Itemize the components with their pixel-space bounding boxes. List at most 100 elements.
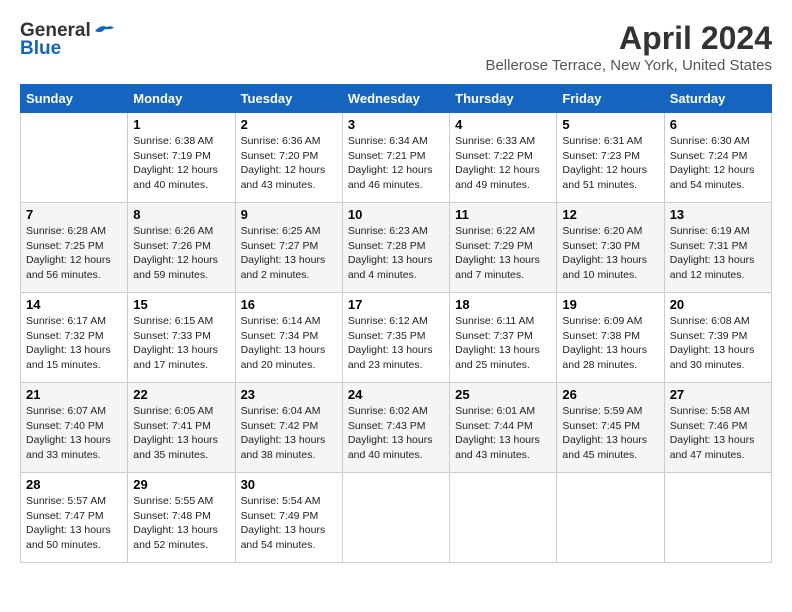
calendar-cell: 17 Sunrise: 6:12 AM Sunset: 7:35 PM Dayli…: [342, 293, 449, 383]
day-info: Sunrise: 6:01 AM Sunset: 7:44 PM Dayligh…: [455, 404, 551, 463]
month-year-title: April 2024: [485, 20, 772, 57]
calendar-cell: 26 Sunrise: 5:59 AM Sunset: 7:45 PM Dayli…: [557, 383, 664, 473]
calendar-cell: 14 Sunrise: 6:17 AM Sunset: 7:32 PM Dayli…: [21, 293, 128, 383]
calendar-cell: 15Sunrise: 6:15 AM Sunset: 7:33 PM Dayli…: [128, 293, 235, 383]
calendar-cell: 19 Sunrise: 6:09 AM Sunset: 7:38 PM Dayli…: [557, 293, 664, 383]
day-number: 23: [241, 387, 337, 402]
col-header-monday: Monday: [128, 85, 235, 113]
col-header-sunday: Sunday: [21, 85, 128, 113]
logo-bird-icon: [93, 22, 115, 40]
day-number: 20: [670, 297, 766, 312]
day-info: Sunrise: 6:19 AM Sunset: 7:31 PM Dayligh…: [670, 224, 766, 283]
col-header-tuesday: Tuesday: [235, 85, 342, 113]
calendar-cell: 7 Sunrise: 6:28 AM Sunset: 7:25 PM Daylig…: [21, 203, 128, 293]
day-number: 8: [133, 207, 229, 222]
day-number: 12: [562, 207, 658, 222]
day-number: 29: [133, 477, 229, 492]
day-number: 22: [133, 387, 229, 402]
day-info: Sunrise: 6:23 AM Sunset: 7:28 PM Dayligh…: [348, 224, 444, 283]
day-number: 2: [241, 117, 337, 132]
calendar-cell: 22 Sunrise: 6:05 AM Sunset: 7:41 PM Dayli…: [128, 383, 235, 473]
day-info: Sunrise: 6:07 AM Sunset: 7:40 PM Dayligh…: [26, 404, 122, 463]
logo: General Blue: [20, 20, 115, 60]
day-number: 6: [670, 117, 766, 132]
day-info: Sunrise: 5:57 AM Sunset: 7:47 PM Dayligh…: [26, 494, 122, 553]
day-number: 24: [348, 387, 444, 402]
day-info: Sunrise: 6:22 AM Sunset: 7:29 PM Dayligh…: [455, 224, 551, 283]
col-header-wednesday: Wednesday: [342, 85, 449, 113]
day-number: 9: [241, 207, 337, 222]
calendar-table: SundayMondayTuesdayWednesdayThursdayFrid…: [20, 84, 772, 563]
calendar-week-row: 1 Sunrise: 6:38 AM Sunset: 7:19 PM Daylig…: [21, 113, 772, 203]
day-number: 14: [26, 297, 122, 312]
day-info: Sunrise: 6:30 AM Sunset: 7:24 PM Dayligh…: [670, 134, 766, 193]
day-info: Sunrise: 6:17 AM Sunset: 7:32 PM Dayligh…: [26, 314, 122, 373]
calendar-cell: 11 Sunrise: 6:22 AM Sunset: 7:29 PM Dayli…: [450, 203, 557, 293]
day-info: Sunrise: 6:08 AM Sunset: 7:39 PM Dayligh…: [670, 314, 766, 373]
day-info: Sunrise: 6:04 AM Sunset: 7:42 PM Dayligh…: [241, 404, 337, 463]
day-info: Sunrise: 6:33 AM Sunset: 7:22 PM Dayligh…: [455, 134, 551, 193]
day-number: 3: [348, 117, 444, 132]
day-info: Sunrise: 6:09 AM Sunset: 7:38 PM Dayligh…: [562, 314, 658, 373]
calendar-week-row: 14 Sunrise: 6:17 AM Sunset: 7:32 PM Dayli…: [21, 293, 772, 383]
title-block: April 2024 Bellerose Terrace, New York, …: [485, 20, 772, 74]
day-info: Sunrise: 5:58 AM Sunset: 7:46 PM Dayligh…: [670, 404, 766, 463]
calendar-cell: 2 Sunrise: 6:36 AM Sunset: 7:20 PM Daylig…: [235, 113, 342, 203]
logo-blue-text: Blue: [20, 38, 61, 60]
day-info: Sunrise: 6:38 AM Sunset: 7:19 PM Dayligh…: [133, 134, 229, 193]
day-number: 13: [670, 207, 766, 222]
calendar-cell: 23 Sunrise: 6:04 AM Sunset: 7:42 PM Dayli…: [235, 383, 342, 473]
day-number: 11: [455, 207, 551, 222]
day-number: 27: [670, 387, 766, 402]
calendar-cell: 18Sunrise: 6:11 AM Sunset: 7:37 PM Dayli…: [450, 293, 557, 383]
calendar-cell: 8 Sunrise: 6:26 AM Sunset: 7:26 PM Daylig…: [128, 203, 235, 293]
day-number: 5: [562, 117, 658, 132]
day-number: 7: [26, 207, 122, 222]
day-info: Sunrise: 5:59 AM Sunset: 7:45 PM Dayligh…: [562, 404, 658, 463]
calendar-cell: [450, 473, 557, 563]
calendar-cell: 9 Sunrise: 6:25 AM Sunset: 7:27 PM Daylig…: [235, 203, 342, 293]
calendar-cell: 21 Sunrise: 6:07 AM Sunset: 7:40 PM Dayli…: [21, 383, 128, 473]
day-number: 1: [133, 117, 229, 132]
day-number: 26: [562, 387, 658, 402]
day-info: Sunrise: 6:31 AM Sunset: 7:23 PM Dayligh…: [562, 134, 658, 193]
col-header-thursday: Thursday: [450, 85, 557, 113]
page-header: General Blue April 2024 Bellerose Terrac…: [20, 20, 772, 74]
calendar-cell: 28Sunrise: 5:57 AM Sunset: 7:47 PM Dayli…: [21, 473, 128, 563]
calendar-cell: 12Sunrise: 6:20 AM Sunset: 7:30 PM Dayli…: [557, 203, 664, 293]
day-info: Sunrise: 6:36 AM Sunset: 7:20 PM Dayligh…: [241, 134, 337, 193]
col-header-saturday: Saturday: [664, 85, 771, 113]
day-number: 10: [348, 207, 444, 222]
day-number: 21: [26, 387, 122, 402]
day-info: Sunrise: 6:02 AM Sunset: 7:43 PM Dayligh…: [348, 404, 444, 463]
calendar-cell: 3 Sunrise: 6:34 AM Sunset: 7:21 PM Daylig…: [342, 113, 449, 203]
calendar-week-row: 21 Sunrise: 6:07 AM Sunset: 7:40 PM Dayli…: [21, 383, 772, 473]
day-info: Sunrise: 6:34 AM Sunset: 7:21 PM Dayligh…: [348, 134, 444, 193]
day-info: Sunrise: 6:12 AM Sunset: 7:35 PM Dayligh…: [348, 314, 444, 373]
calendar-cell: 13 Sunrise: 6:19 AM Sunset: 7:31 PM Dayli…: [664, 203, 771, 293]
day-number: 18: [455, 297, 551, 312]
day-number: 19: [562, 297, 658, 312]
day-info: Sunrise: 5:55 AM Sunset: 7:48 PM Dayligh…: [133, 494, 229, 553]
calendar-cell: [342, 473, 449, 563]
calendar-cell: 4 Sunrise: 6:33 AM Sunset: 7:22 PM Daylig…: [450, 113, 557, 203]
day-info: Sunrise: 6:28 AM Sunset: 7:25 PM Dayligh…: [26, 224, 122, 283]
day-info: Sunrise: 6:25 AM Sunset: 7:27 PM Dayligh…: [241, 224, 337, 283]
day-info: Sunrise: 6:05 AM Sunset: 7:41 PM Dayligh…: [133, 404, 229, 463]
calendar-cell: 25 Sunrise: 6:01 AM Sunset: 7:44 PM Dayli…: [450, 383, 557, 473]
day-info: Sunrise: 5:54 AM Sunset: 7:49 PM Dayligh…: [241, 494, 337, 553]
calendar-cell: 20 Sunrise: 6:08 AM Sunset: 7:39 PM Dayli…: [664, 293, 771, 383]
day-info: Sunrise: 6:14 AM Sunset: 7:34 PM Dayligh…: [241, 314, 337, 373]
calendar-cell: 16Sunrise: 6:14 AM Sunset: 7:34 PM Dayli…: [235, 293, 342, 383]
calendar-cell: 1 Sunrise: 6:38 AM Sunset: 7:19 PM Daylig…: [128, 113, 235, 203]
calendar-header-row: SundayMondayTuesdayWednesdayThursdayFrid…: [21, 85, 772, 113]
day-number: 17: [348, 297, 444, 312]
col-header-friday: Friday: [557, 85, 664, 113]
day-number: 30: [241, 477, 337, 492]
calendar-cell: 30 Sunrise: 5:54 AM Sunset: 7:49 PM Dayli…: [235, 473, 342, 563]
day-number: 4: [455, 117, 551, 132]
day-number: 15: [133, 297, 229, 312]
day-info: Sunrise: 6:26 AM Sunset: 7:26 PM Dayligh…: [133, 224, 229, 283]
day-number: 25: [455, 387, 551, 402]
calendar-cell: 29 Sunrise: 5:55 AM Sunset: 7:48 PM Dayli…: [128, 473, 235, 563]
